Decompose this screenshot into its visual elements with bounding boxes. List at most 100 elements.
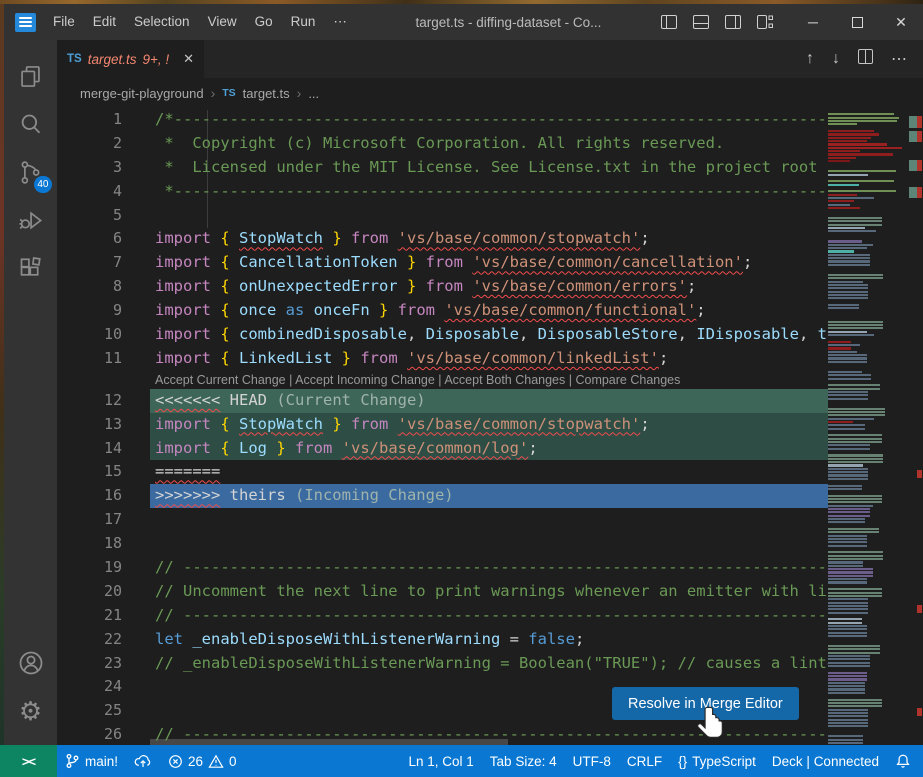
toggle-panel-icon[interactable] xyxy=(693,15,709,29)
breadcrumb-folder[interactable]: merge-git-playground xyxy=(80,86,204,101)
code-token: } xyxy=(323,415,342,433)
encoding-item[interactable]: UTF-8 xyxy=(565,745,619,777)
code-line-11[interactable]: 11import { LinkedList } from 'vs/base/co… xyxy=(57,347,828,371)
code-line-15[interactable]: 15======= xyxy=(57,460,828,484)
line-number[interactable]: 21 xyxy=(57,604,122,628)
explorer-icon[interactable] xyxy=(7,52,55,100)
source-control-icon[interactable]: 40 xyxy=(7,148,55,196)
toggle-primary-sidebar-icon[interactable] xyxy=(661,15,677,29)
code-line-8[interactable]: 8import { onUnexpectedError } from 'vs/b… xyxy=(57,275,828,299)
tab-target-ts[interactable]: TS target.ts 9+, ! ✕ xyxy=(57,40,204,78)
line-number[interactable]: 6 xyxy=(57,227,122,251)
extensions-icon[interactable] xyxy=(7,244,55,292)
code-line-14[interactable]: 14import { Log } from 'vs/base/common/lo… xyxy=(57,437,828,461)
account-icon[interactable] xyxy=(7,639,55,687)
line-number[interactable]: 26 xyxy=(57,723,122,745)
line-number[interactable]: 14 xyxy=(57,437,122,461)
line-number[interactable]: 19 xyxy=(57,556,122,580)
indentation-item[interactable]: Tab Size: 4 xyxy=(482,745,565,777)
code-editor[interactable]: 1/*-------------------------------------… xyxy=(57,108,923,745)
line-number[interactable]: 13 xyxy=(57,413,122,437)
code-line-18[interactable]: 18 xyxy=(57,532,828,556)
line-number[interactable]: 24 xyxy=(57,675,122,699)
code-line-21[interactable]: 21// -----------------------------------… xyxy=(57,604,828,628)
breadcrumb-file[interactable]: target.ts xyxy=(243,86,290,101)
code-line-20[interactable]: 20// Uncomment the next line to print wa… xyxy=(57,580,828,604)
line-number[interactable]: 7 xyxy=(57,251,122,275)
line-number[interactable]: 25 xyxy=(57,699,122,723)
line-number[interactable]: 15 xyxy=(57,460,122,484)
menu-run[interactable]: Run xyxy=(282,14,325,30)
line-number[interactable]: 1 xyxy=(57,108,122,132)
menu-selection[interactable]: Selection xyxy=(125,14,199,30)
code-line-23[interactable]: 23// _enableDisposeWithListenerWarning =… xyxy=(57,652,828,676)
code-line-5[interactable]: 5 xyxy=(57,204,828,228)
code-line-13[interactable]: 13import { StopWatch } from 'vs/base/com… xyxy=(57,413,828,437)
maximize-button[interactable] xyxy=(835,4,879,40)
code-line-1[interactable]: 1/*-------------------------------------… xyxy=(57,108,828,132)
minimize-button[interactable]: ─ xyxy=(791,4,835,40)
codelens-accept-incoming-change[interactable]: Accept Incoming Change xyxy=(295,373,435,387)
line-number[interactable]: 23 xyxy=(57,652,122,676)
split-editor-icon[interactable] xyxy=(858,49,873,69)
menu-file[interactable]: File xyxy=(44,14,84,30)
codelens-accept-current-change[interactable]: Accept Current Change xyxy=(155,373,286,387)
minimap-line xyxy=(828,260,870,262)
line-number[interactable]: 18 xyxy=(57,532,122,556)
search-icon[interactable] xyxy=(7,100,55,148)
remote-indicator[interactable]: >< xyxy=(0,745,57,777)
code-line-17[interactable]: 17 xyxy=(57,508,828,532)
toggle-secondary-sidebar-icon[interactable] xyxy=(725,15,741,29)
branch-item[interactable]: main! xyxy=(57,745,126,777)
line-number[interactable]: 16 xyxy=(57,484,122,508)
code-line-12[interactable]: 12<<<<<<< HEAD (Current Change) xyxy=(57,389,828,413)
code-line-10[interactable]: 10import { combinedDisposable, Disposabl… xyxy=(57,323,828,347)
line-number[interactable]: 3 xyxy=(57,156,122,180)
notifications-item[interactable] xyxy=(887,745,923,777)
line-number[interactable]: 12 xyxy=(57,389,122,413)
line-number[interactable]: 9 xyxy=(57,299,122,323)
line-number[interactable]: 4 xyxy=(57,180,122,204)
line-number[interactable]: 2 xyxy=(57,132,122,156)
sync-changes-item[interactable] xyxy=(126,745,160,777)
extension-status-item[interactable]: Deck | Connected xyxy=(764,745,887,777)
menu-more[interactable]: ⋯ xyxy=(324,14,356,30)
more-actions-icon[interactable]: ⋯ xyxy=(891,49,907,69)
line-number[interactable]: 20 xyxy=(57,580,122,604)
menu-go[interactable]: Go xyxy=(246,14,282,30)
line-number[interactable]: 5 xyxy=(57,204,122,228)
code-line-3[interactable]: 3 * Licensed under the MIT License. See … xyxy=(57,156,828,180)
code-line-16[interactable]: 16>>>>>>> theirs (Incoming Change) xyxy=(57,484,828,508)
problems-item[interactable]: 26 0 xyxy=(160,745,245,777)
code-line-6[interactable]: 6import { StopWatch } from 'vs/base/comm… xyxy=(57,227,828,251)
eol-item[interactable]: CRLF xyxy=(619,745,670,777)
cursor-position-item[interactable]: Ln 1, Col 1 xyxy=(401,745,482,777)
menu-edit[interactable]: Edit xyxy=(84,14,125,30)
menu-view[interactable]: View xyxy=(199,14,246,30)
code-line-7[interactable]: 7import { CancellationToken } from 'vs/b… xyxy=(57,251,828,275)
minimap-line xyxy=(828,357,867,359)
next-change-icon[interactable]: ↓ xyxy=(832,50,840,68)
line-number[interactable]: 17 xyxy=(57,508,122,532)
code-line-19[interactable]: 19// -----------------------------------… xyxy=(57,556,828,580)
line-number[interactable]: 8 xyxy=(57,275,122,299)
code-line-2[interactable]: 2 * Copyright (c) Microsoft Corporation.… xyxy=(57,132,828,156)
close-window-button[interactable]: ✕ xyxy=(879,4,923,40)
code-line-9[interactable]: 9import { once as onceFn } from 'vs/base… xyxy=(57,299,828,323)
codelens-accept-both-changes[interactable]: Accept Both Changes xyxy=(444,373,565,387)
settings-gear-icon[interactable]: ⚙ xyxy=(7,687,55,735)
minimap[interactable] xyxy=(828,110,905,745)
line-number[interactable]: 11 xyxy=(57,347,122,371)
language-mode-item[interactable]: {} TypeScript xyxy=(670,745,764,777)
code-line-4[interactable]: 4 *-------------------------------------… xyxy=(57,180,828,204)
breadcrumb-symbol[interactable]: ... xyxy=(308,86,319,101)
tab-close-icon[interactable]: ✕ xyxy=(183,51,194,67)
line-number[interactable]: 10 xyxy=(57,323,122,347)
minimap-line xyxy=(828,250,854,252)
customize-layout-icon[interactable] xyxy=(757,15,773,29)
run-debug-icon[interactable] xyxy=(7,196,55,244)
line-number[interactable]: 22 xyxy=(57,628,122,652)
codelens-compare-changes[interactable]: Compare Changes xyxy=(575,373,680,387)
code-line-22[interactable]: 22let _enableDisposeWithListenerWarning … xyxy=(57,628,828,652)
previous-change-icon[interactable]: ↑ xyxy=(806,50,814,68)
